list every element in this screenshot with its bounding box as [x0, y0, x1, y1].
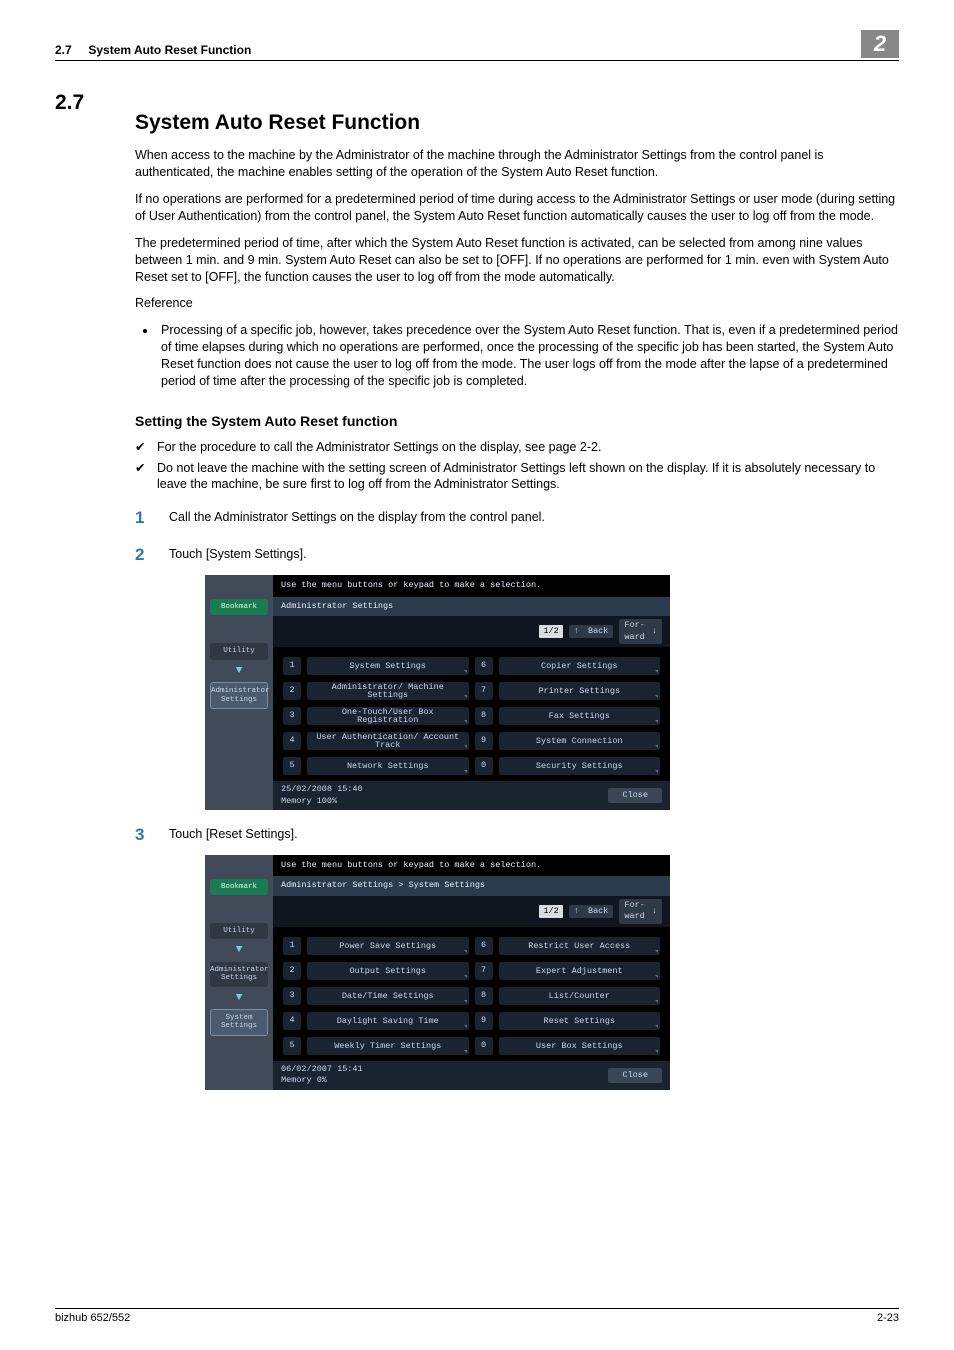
intro-p1: When access to the machine by the Admini…: [135, 147, 899, 181]
menu-option[interactable]: Power Save Settings: [307, 937, 469, 955]
step-text: Touch [System Settings].: [169, 544, 899, 567]
option-number: 3: [283, 987, 301, 1005]
reference-list: Processing of a specific job, however, t…: [157, 322, 899, 390]
panel-breadcrumb: Administrator Settings > System Settings: [273, 876, 670, 895]
page-footer: bizhub 652/552 2-23: [55, 1308, 899, 1326]
panel-instruction: Use the menu buttons or keypad to make a…: [273, 855, 670, 876]
chevron-down-icon: ▼: [236, 995, 243, 1002]
header-section-ref: 2.7: [55, 43, 72, 57]
subsection-heading: Setting the System Auto Reset function: [135, 412, 899, 431]
up-arrow-icon: ↑: [574, 626, 579, 637]
menu-option[interactable]: Output Settings: [307, 962, 469, 980]
option-number: 5: [283, 1037, 301, 1055]
page-indicator: 1/2: [539, 625, 562, 638]
menu-option[interactable]: Security Settings: [499, 757, 661, 775]
option-number: 3: [283, 707, 301, 725]
close-button[interactable]: Close: [608, 788, 662, 803]
footer-left: bizhub 652/552: [55, 1311, 130, 1326]
admin-settings-button[interactable]: Administrator Settings: [210, 682, 268, 709]
down-arrow-icon: ↓: [652, 626, 657, 637]
menu-option[interactable]: User Authentication/ Account Track: [307, 732, 469, 750]
option-number: 1: [283, 937, 301, 955]
step-number: 2: [135, 544, 151, 567]
back-button[interactable]: ↑ Back: [569, 905, 614, 918]
forward-button[interactable]: For-ward ↓: [619, 899, 662, 924]
bookmark-button[interactable]: Bookmark: [210, 599, 268, 615]
menu-option[interactable]: Network Settings: [307, 757, 469, 775]
option-number: 6: [475, 937, 493, 955]
running-header: 2.7 System Auto Reset Function 2: [55, 30, 899, 61]
option-number: 5: [283, 757, 301, 775]
menu-option[interactable]: Reset Settings: [499, 1012, 661, 1030]
menu-option[interactable]: Fax Settings: [499, 707, 661, 725]
precondition-1: For the procedure to call the Administra…: [135, 439, 899, 456]
system-settings-button[interactable]: System Settings: [210, 1009, 268, 1036]
option-number: 9: [475, 732, 493, 750]
option-number: 8: [475, 707, 493, 725]
menu-option[interactable]: List/Counter: [499, 987, 661, 1005]
panel-footer-info: 06/02/2007 15:41 Memory 0%: [281, 1064, 363, 1087]
option-number: 2: [283, 962, 301, 980]
option-number: 1: [283, 657, 301, 675]
menu-option[interactable]: Daylight Saving Time: [307, 1012, 469, 1030]
menu-option[interactable]: System Connection: [499, 732, 661, 750]
section-title: System Auto Reset Function: [135, 109, 420, 137]
chapter-number-badge: 2: [861, 30, 899, 58]
bookmark-button[interactable]: Bookmark: [210, 879, 268, 895]
option-number: 2: [283, 682, 301, 700]
step-text: Call the Administrator Settings on the d…: [169, 507, 899, 530]
step-number: 3: [135, 824, 151, 847]
up-arrow-icon: ↑: [574, 906, 579, 917]
reference-label: Reference: [135, 295, 899, 312]
menu-option[interactable]: Printer Settings: [499, 682, 661, 700]
reference-item: Processing of a specific job, however, t…: [157, 322, 899, 390]
menu-option[interactable]: User Box Settings: [499, 1037, 661, 1055]
side-nav: Bookmark Utility ▼ Administrator Setting…: [205, 855, 273, 1090]
step-number: 1: [135, 507, 151, 530]
precondition-2: Do not leave the machine with the settin…: [135, 460, 899, 494]
option-number: 0: [475, 1037, 493, 1055]
utility-button[interactable]: Utility: [210, 643, 268, 659]
menu-option[interactable]: Copier Settings: [499, 657, 661, 675]
menu-option[interactable]: Date/Time Settings: [307, 987, 469, 1005]
screenshot-admin-settings: Bookmark Utility ▼ Administrator Setting…: [205, 575, 670, 810]
menu-option[interactable]: Expert Adjustment: [499, 962, 661, 980]
admin-settings-button[interactable]: Administrator Settings: [210, 962, 268, 987]
page-indicator: 1/2: [539, 905, 562, 918]
menu-option[interactable]: Administrator/ Machine Settings: [307, 682, 469, 700]
back-button[interactable]: ↑ Back: [569, 625, 614, 638]
footer-right: 2-23: [877, 1311, 899, 1326]
panel-footer-info: 25/02/2008 15:40 Memory 100%: [281, 784, 363, 807]
utility-button[interactable]: Utility: [210, 923, 268, 939]
forward-button[interactable]: ForwardFor-ward ↓: [619, 619, 662, 644]
panel-instruction: Use the menu buttons or keypad to make a…: [273, 575, 670, 596]
option-number: 7: [475, 962, 493, 980]
intro-p3: The predetermined period of time, after …: [135, 235, 899, 286]
close-button[interactable]: Close: [608, 1068, 662, 1083]
menu-option[interactable]: One-Touch/User Box Registration: [307, 707, 469, 725]
option-number: 7: [475, 682, 493, 700]
header-section-title: System Auto Reset Function: [88, 43, 251, 57]
side-nav: Bookmark Utility ▼ Administrator Setting…: [205, 575, 273, 810]
chevron-down-icon: ▼: [236, 668, 243, 675]
option-number: 6: [475, 657, 493, 675]
option-number: 4: [283, 1012, 301, 1030]
menu-option[interactable]: Weekly Timer Settings: [307, 1037, 469, 1055]
menu-option[interactable]: System Settings: [307, 657, 469, 675]
option-number: 4: [283, 732, 301, 750]
screenshot-system-settings: Bookmark Utility ▼ Administrator Setting…: [205, 855, 670, 1090]
panel-breadcrumb: Administrator Settings: [273, 597, 670, 616]
option-number: 0: [475, 757, 493, 775]
intro-p2: If no operations are performed for a pre…: [135, 191, 899, 225]
down-arrow-icon: ↓: [652, 906, 657, 917]
option-number: 8: [475, 987, 493, 1005]
step-text: Touch [Reset Settings].: [169, 824, 899, 847]
section-number: 2.7: [55, 89, 105, 147]
precondition-list: For the procedure to call the Administra…: [135, 439, 899, 494]
chevron-down-icon: ▼: [236, 947, 243, 954]
option-number: 9: [475, 1012, 493, 1030]
menu-option[interactable]: Restrict User Access: [499, 937, 661, 955]
